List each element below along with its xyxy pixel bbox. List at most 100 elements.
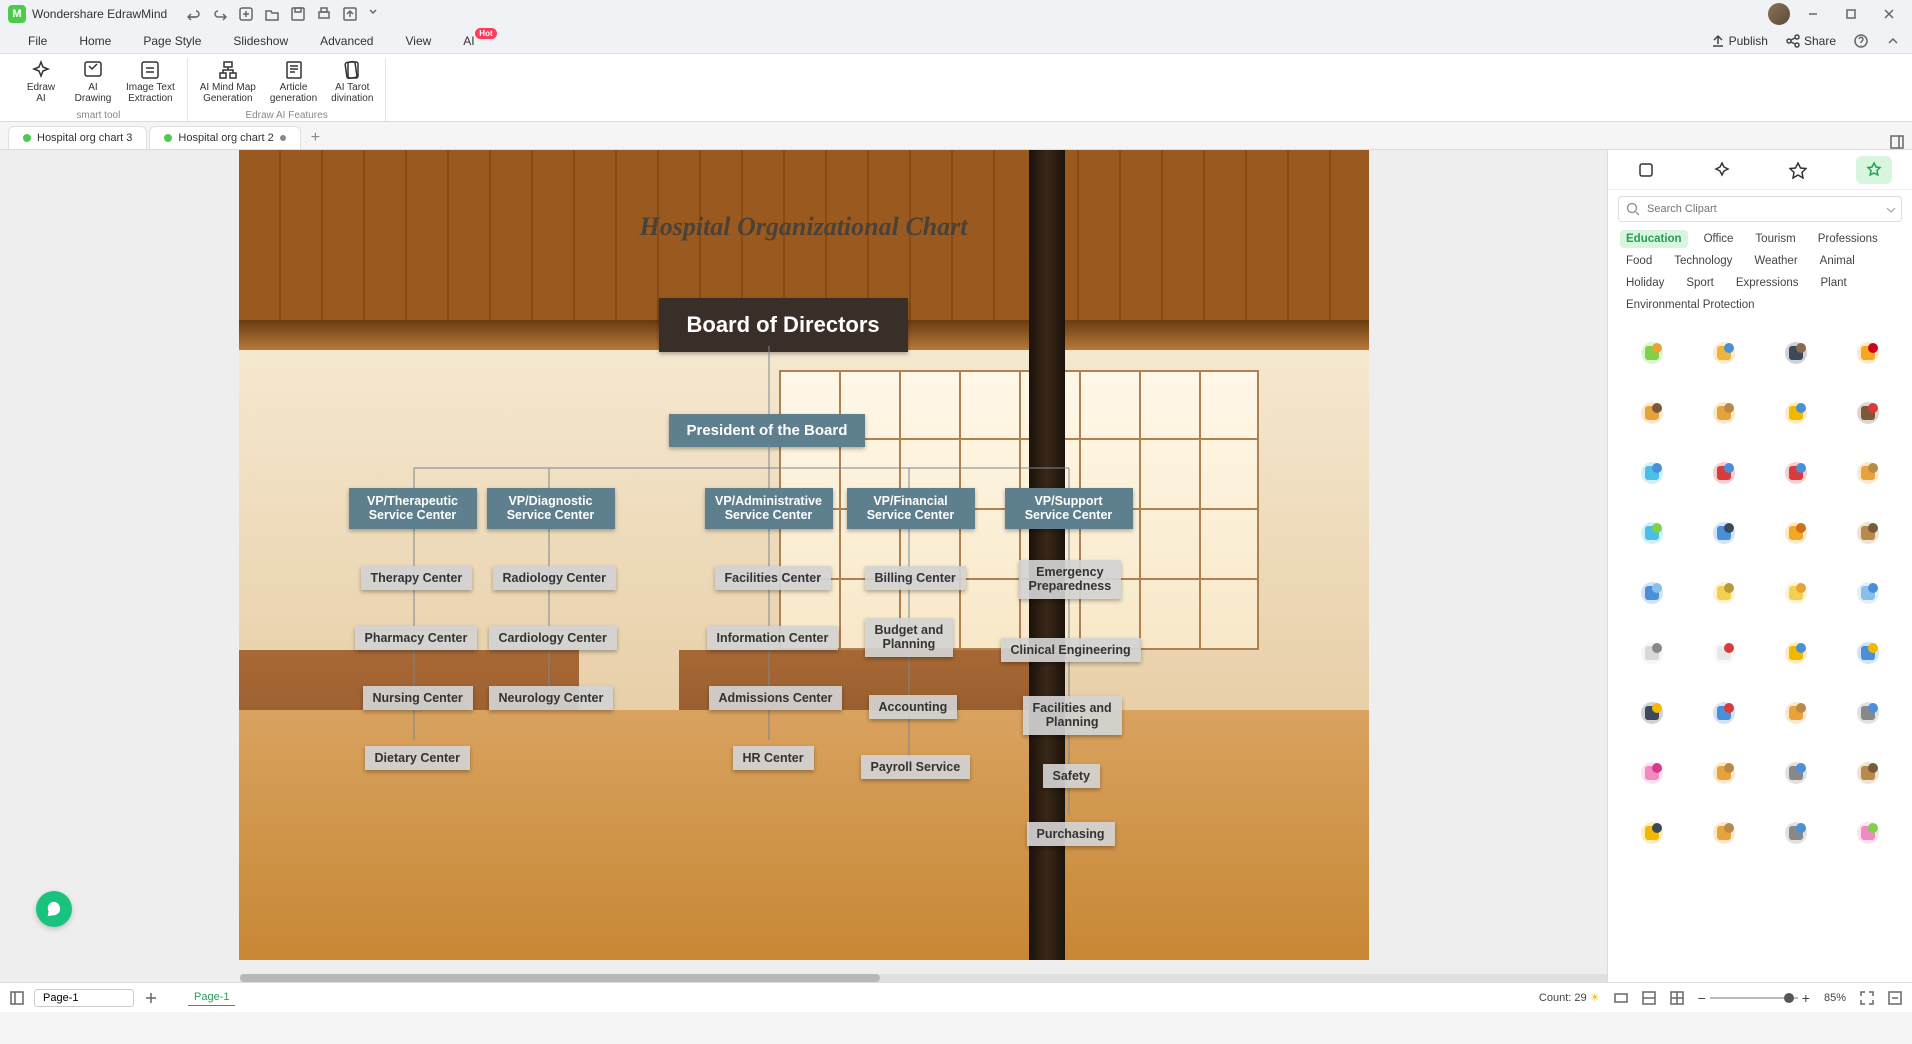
clipart-water-drop[interactable] <box>1616 452 1688 494</box>
node-vp[interactable]: VP/Administrative Service Center <box>705 488 833 529</box>
clipart-school-building[interactable] <box>1688 692 1760 734</box>
node-vp[interactable]: VP/Therapeutic Service Center <box>349 488 477 529</box>
cat-env[interactable]: Environmental Protection <box>1620 296 1760 314</box>
panel-collapse-icon[interactable] <box>1888 991 1902 1005</box>
node-vp[interactable]: VP/Support Service Center <box>1005 488 1133 529</box>
cat-weather[interactable]: Weather <box>1748 252 1803 270</box>
clipart-magnifier[interactable] <box>1688 572 1760 614</box>
minimize-button[interactable] <box>1798 3 1828 25</box>
clipart-desk-lamp[interactable] <box>1616 332 1688 374</box>
clipart-compass[interactable] <box>1688 632 1760 674</box>
close-button[interactable] <box>1874 3 1904 25</box>
clipart-cardboard-box[interactable] <box>1688 812 1760 854</box>
clipart-school-bus[interactable] <box>1616 812 1688 854</box>
ai-mindmap-button[interactable]: AI Mind Map Generation <box>196 58 260 106</box>
node-leaf[interactable]: Facilities Center <box>715 566 832 590</box>
cat-expressions[interactable]: Expressions <box>1730 274 1805 292</box>
add-page-icon[interactable] <box>144 991 158 1005</box>
redo-icon[interactable] <box>213 7 227 21</box>
clipart-drafting-compass[interactable] <box>1832 692 1904 734</box>
share-button[interactable]: Share <box>1786 34 1836 48</box>
ai-tarot-button[interactable]: AI Tarot divination <box>327 58 377 106</box>
zoom-slider-thumb[interactable] <box>1784 993 1794 1003</box>
help-icon[interactable] <box>1854 34 1868 48</box>
node-leaf[interactable]: Purchasing <box>1027 822 1115 846</box>
edraw-ai-button[interactable]: Edraw AI <box>18 58 64 106</box>
undo-icon[interactable] <box>187 7 201 21</box>
clipart-magnet[interactable] <box>1760 452 1832 494</box>
clipart-paint-bucket[interactable] <box>1760 632 1832 674</box>
cat-plant[interactable]: Plant <box>1815 274 1853 292</box>
clipart-molecule[interactable] <box>1616 572 1688 614</box>
user-avatar[interactable] <box>1768 3 1790 25</box>
node-leaf[interactable]: Cardiology Center <box>489 626 617 650</box>
clipart-bookshelf[interactable] <box>1832 752 1904 794</box>
menu-file[interactable]: File <box>12 30 63 52</box>
zoom-in-button[interactable]: + <box>1802 990 1810 1006</box>
zoom-slider-track[interactable] <box>1710 997 1798 999</box>
node-leaf[interactable]: Nursing Center <box>363 686 473 710</box>
clipart-school-house[interactable] <box>1832 452 1904 494</box>
chevron-down-icon[interactable] <box>369 7 377 21</box>
zoom-percent[interactable]: 85% <box>1824 992 1846 1004</box>
image-text-extraction-button[interactable]: Image Text Extraction <box>122 58 179 106</box>
zoom-out-button[interactable]: − <box>1698 990 1706 1006</box>
clipart-microscope[interactable] <box>1760 752 1832 794</box>
chart-title[interactable]: Hospital Organizational Chart <box>239 212 1369 242</box>
clipart-guitar[interactable] <box>1832 512 1904 554</box>
clipart-graduation-cap[interactable] <box>1616 692 1688 734</box>
zoom-slider[interactable]: − + <box>1698 990 1810 1006</box>
rp-tab-format[interactable] <box>1628 156 1664 184</box>
node-vp[interactable]: VP/Financial Service Center <box>847 488 975 529</box>
menu-view[interactable]: View <box>389 30 447 52</box>
menu-home[interactable]: Home <box>63 30 127 52</box>
print-icon[interactable] <box>317 7 331 21</box>
menu-advanced[interactable]: Advanced <box>304 30 389 52</box>
article-gen-button[interactable]: Article generation <box>266 58 321 106</box>
node-president[interactable]: President of the Board <box>669 414 866 447</box>
node-board[interactable]: Board of Directors <box>659 298 908 352</box>
clipart-palette[interactable] <box>1616 752 1688 794</box>
clipart-dancer[interactable] <box>1832 812 1904 854</box>
node-leaf[interactable]: Payroll Service <box>861 755 971 779</box>
clipart-clip[interactable] <box>1760 812 1832 854</box>
node-leaf[interactable]: Radiology Center <box>493 566 617 590</box>
node-leaf[interactable]: Billing Center <box>865 566 966 590</box>
cat-animal[interactable]: Animal <box>1814 252 1861 270</box>
horizontal-scrollbar[interactable] <box>240 974 1607 982</box>
clipart-eraser[interactable] <box>1832 572 1904 614</box>
new-tab-button[interactable]: + <box>303 127 328 149</box>
node-leaf[interactable]: Pharmacy Center <box>355 626 478 650</box>
clipart-pencil[interactable] <box>1832 332 1904 374</box>
menu-page-style[interactable]: Page Style <box>127 30 217 52</box>
node-leaf[interactable]: Accounting <box>869 695 958 719</box>
node-leaf[interactable]: Facilities and Planning <box>1023 696 1122 735</box>
save-icon[interactable] <box>291 7 305 21</box>
node-leaf[interactable]: Safety <box>1043 764 1101 788</box>
node-leaf[interactable]: Clinical Engineering <box>1001 638 1141 662</box>
node-leaf[interactable]: Emergency Preparedness <box>1019 560 1122 599</box>
cat-professions[interactable]: Professions <box>1812 230 1884 248</box>
node-leaf[interactable]: Budget and Planning <box>865 618 954 657</box>
node-leaf[interactable]: Information Center <box>707 626 839 650</box>
doc-tab[interactable]: Hospital org chart 2 <box>149 126 300 149</box>
clipart-search-input[interactable] <box>1618 196 1902 222</box>
maximize-button[interactable] <box>1836 3 1866 25</box>
canvas-page[interactable]: Hospital Organizational Chart Board of D… <box>239 150 1369 960</box>
rp-tab-clipart[interactable] <box>1856 156 1892 184</box>
menu-ai[interactable]: AIHot <box>447 30 490 52</box>
node-leaf[interactable]: Admissions Center <box>709 686 843 710</box>
node-leaf[interactable]: HR Center <box>733 746 814 770</box>
rp-tab-ai[interactable] <box>1704 156 1740 184</box>
menu-slideshow[interactable]: Slideshow <box>217 30 304 52</box>
cat-tourism[interactable]: Tourism <box>1749 230 1801 248</box>
chevron-down-icon[interactable] <box>1886 205 1896 215</box>
clipart-rubiks-cube[interactable] <box>1688 452 1760 494</box>
clipart-ruler-set[interactable] <box>1688 332 1760 374</box>
clipart-chemistry[interactable] <box>1832 392 1904 434</box>
canvas-area[interactable]: Hospital Organizational Chart Board of D… <box>0 150 1607 982</box>
export-icon[interactable] <box>343 7 357 21</box>
cat-food[interactable]: Food <box>1620 252 1658 270</box>
collapse-ribbon-icon[interactable] <box>1886 34 1900 48</box>
doc-tab[interactable]: Hospital org chart 3 <box>8 126 147 149</box>
